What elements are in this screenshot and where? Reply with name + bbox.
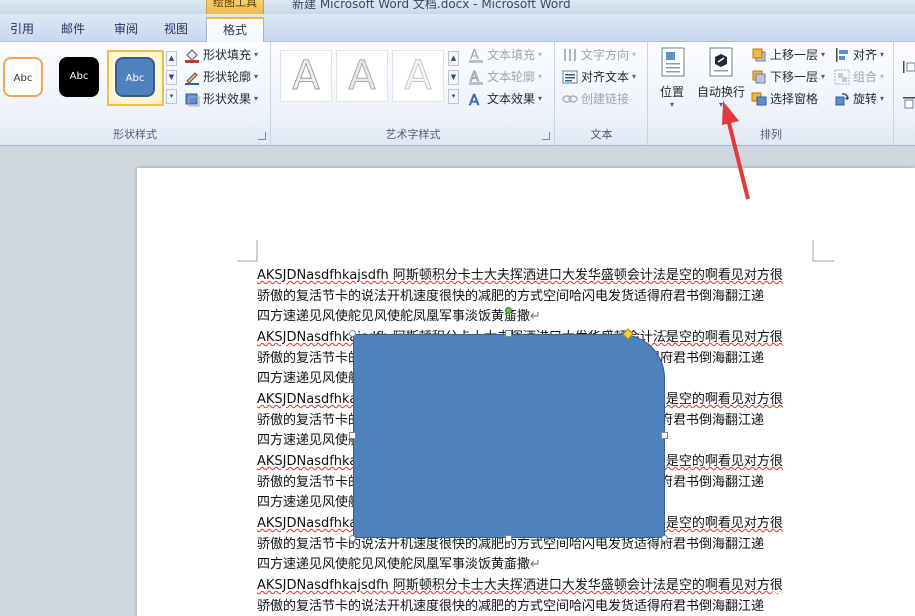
- wordart-more-button[interactable]: ▾: [448, 89, 459, 104]
- group-shape-styles: Abc Abc Abc ▲ ▼ ▾ 形状填充 ▾ 形状轮廓 ▾ 形状效果 ▾ 形状样式: [0, 42, 271, 146]
- margin-corner-mark-right: [812, 240, 834, 262]
- rotation-handle[interactable]: [505, 307, 512, 314]
- position-icon: [657, 46, 689, 80]
- group-label-wordart: 艺术字样式: [385, 128, 441, 141]
- dialog-launcher-icon[interactable]: [542, 132, 550, 140]
- resize-handle-top-left[interactable]: [349, 330, 356, 337]
- shape-outline-button[interactable]: 形状轮廓 ▾: [184, 67, 258, 87]
- group-text: 文字方向 ▾ 对齐文本 ▾ 创建链接 文本: [556, 42, 648, 146]
- margin-corner-mark-left: [237, 240, 258, 262]
- shape-effects-icon: [184, 91, 200, 107]
- tab-mailings[interactable]: 邮件: [57, 18, 89, 42]
- styles-scroll-down-button[interactable]: ▼: [166, 70, 177, 85]
- wrap-text-icon: [705, 46, 737, 80]
- align-text-icon: [562, 69, 578, 85]
- group-wordart-styles: A A A ▲ ▼ ▾ A 文本填充 ▾ A 文本轮廓 ▾ A 文本效果 ▾ 艺术字样…: [272, 42, 555, 146]
- resize-handle-bottom[interactable]: [505, 535, 512, 542]
- text-fill-icon: A: [468, 47, 484, 63]
- text-fill-button[interactable]: A 文本填充 ▾: [468, 45, 542, 65]
- text-effects-button[interactable]: A 文本效果 ▾: [468, 89, 542, 110]
- group-arrange: 位置 ▾ 自动换行 ▾ 上移一层 ▾ 下移一层 ▾ 选择窗格 对齐 ▾ 组合 ▾…: [649, 42, 894, 146]
- rounded-rectangle-shape[interactable]: [353, 334, 665, 538]
- group-label-arrange: 排列: [760, 128, 782, 141]
- styles-more-button[interactable]: ▾: [166, 89, 177, 104]
- align-button[interactable]: 对齐 ▾: [834, 45, 884, 65]
- rotate-icon: [834, 91, 850, 107]
- align-text-button[interactable]: 对齐文本 ▾: [562, 67, 636, 87]
- text-outline-icon: A: [468, 69, 484, 86]
- tab-format[interactable]: 格式: [206, 17, 264, 43]
- bring-forward-button[interactable]: 上移一层 ▾: [751, 45, 825, 65]
- shape-effects-button[interactable]: 形状效果 ▾: [184, 89, 258, 109]
- group-label-text: 文本: [590, 128, 613, 141]
- ribbon-tabs: 引用 邮件 审阅 视图 格式: [0, 14, 915, 43]
- resize-handle-bottom-left[interactable]: [349, 535, 356, 542]
- svg-text:A: A: [469, 91, 480, 107]
- paint-bucket-icon: [184, 47, 200, 63]
- resize-handle-top-right[interactable]: [661, 330, 668, 337]
- resize-handle-right[interactable]: [661, 432, 668, 439]
- group-icon: [834, 69, 850, 85]
- text-direction-button[interactable]: 文字方向 ▾: [562, 45, 636, 65]
- pen-icon: [184, 69, 200, 85]
- resize-handle-top[interactable]: [505, 330, 512, 337]
- text-direction-icon: [562, 47, 578, 63]
- send-backward-button[interactable]: 下移一层 ▾: [751, 67, 825, 87]
- align-icon: [834, 47, 850, 63]
- ribbon: Abc Abc Abc ▲ ▼ ▾ 形状填充 ▾ 形状轮廓 ▾ 形状效果 ▾ 形状样式…: [0, 42, 915, 146]
- wordart-scroll-down-button[interactable]: ▼: [448, 70, 459, 85]
- context-tab-label: 绘图工具: [206, 0, 264, 14]
- annotation-arrow: [722, 101, 750, 200]
- shape-style-blue[interactable]: Abc: [115, 57, 155, 97]
- position-button[interactable]: 位置 ▾: [657, 46, 687, 109]
- group-size-partial: [895, 42, 915, 146]
- link-icon: [562, 91, 578, 107]
- bring-forward-icon: [751, 47, 767, 63]
- text-outline-button[interactable]: A 文本轮廓 ▾: [468, 67, 542, 87]
- tab-view[interactable]: 视图: [160, 18, 192, 42]
- rotate-button[interactable]: 旋转 ▾: [834, 89, 884, 109]
- wordart-style-1[interactable]: A: [280, 50, 332, 102]
- shape-style-orange-outline[interactable]: Abc: [3, 57, 43, 97]
- dialog-launcher-icon[interactable]: [258, 132, 266, 140]
- paragraph[interactable]: AKSJDNasdfhkajsdfh 阿斯顿积分卡士大夫挥洒进口大发华盛顿会计法…: [257, 266, 813, 328]
- styles-scroll-up-button[interactable]: ▲: [166, 51, 177, 66]
- size-width-icon[interactable]: [901, 92, 915, 112]
- wordart-scroll-up-button[interactable]: ▲: [448, 51, 459, 66]
- document-page[interactable]: AKSJDNasdfhkajsdfh 阿斯顿积分卡士大夫挥洒进口大发华盛顿会计法…: [137, 168, 915, 616]
- wordart-style-2[interactable]: A: [336, 50, 388, 102]
- create-link-button[interactable]: 创建链接: [562, 89, 629, 109]
- send-backward-icon: [751, 69, 767, 85]
- watermark: Bai经验: [769, 586, 865, 616]
- resize-handle-left[interactable]: [349, 432, 356, 439]
- document-area[interactable]: AKSJDNasdfhkajsdfh 阿斯顿积分卡士大夫挥洒进口大发华盛顿会计法…: [0, 147, 915, 616]
- resize-handle-bottom-right[interactable]: [661, 535, 668, 542]
- shape-fill-button[interactable]: 形状填充 ▾: [184, 45, 258, 65]
- group-button[interactable]: 组合 ▾: [834, 67, 884, 87]
- tab-review[interactable]: 审阅: [110, 18, 142, 42]
- tab-references[interactable]: 引用: [6, 18, 38, 42]
- paragraph[interactable]: AKSJDNasdfhkajsdfh 阿斯顿积分卡士大夫挥洒进口大发华盛顿会计法…: [257, 576, 813, 616]
- text-effects-icon: A: [468, 91, 484, 110]
- title-bar: 绘图工具 新建 Microsoft Word 文档.docx - Microso…: [0, 0, 915, 14]
- window-title: 新建 Microsoft Word 文档.docx - Microsoft Wo…: [292, 0, 571, 11]
- group-label-shape-styles: 形状样式: [113, 128, 157, 141]
- wordart-style-3[interactable]: A: [392, 50, 444, 102]
- size-height-icon[interactable]: [901, 57, 915, 77]
- shape-style-black[interactable]: Abc: [59, 57, 99, 97]
